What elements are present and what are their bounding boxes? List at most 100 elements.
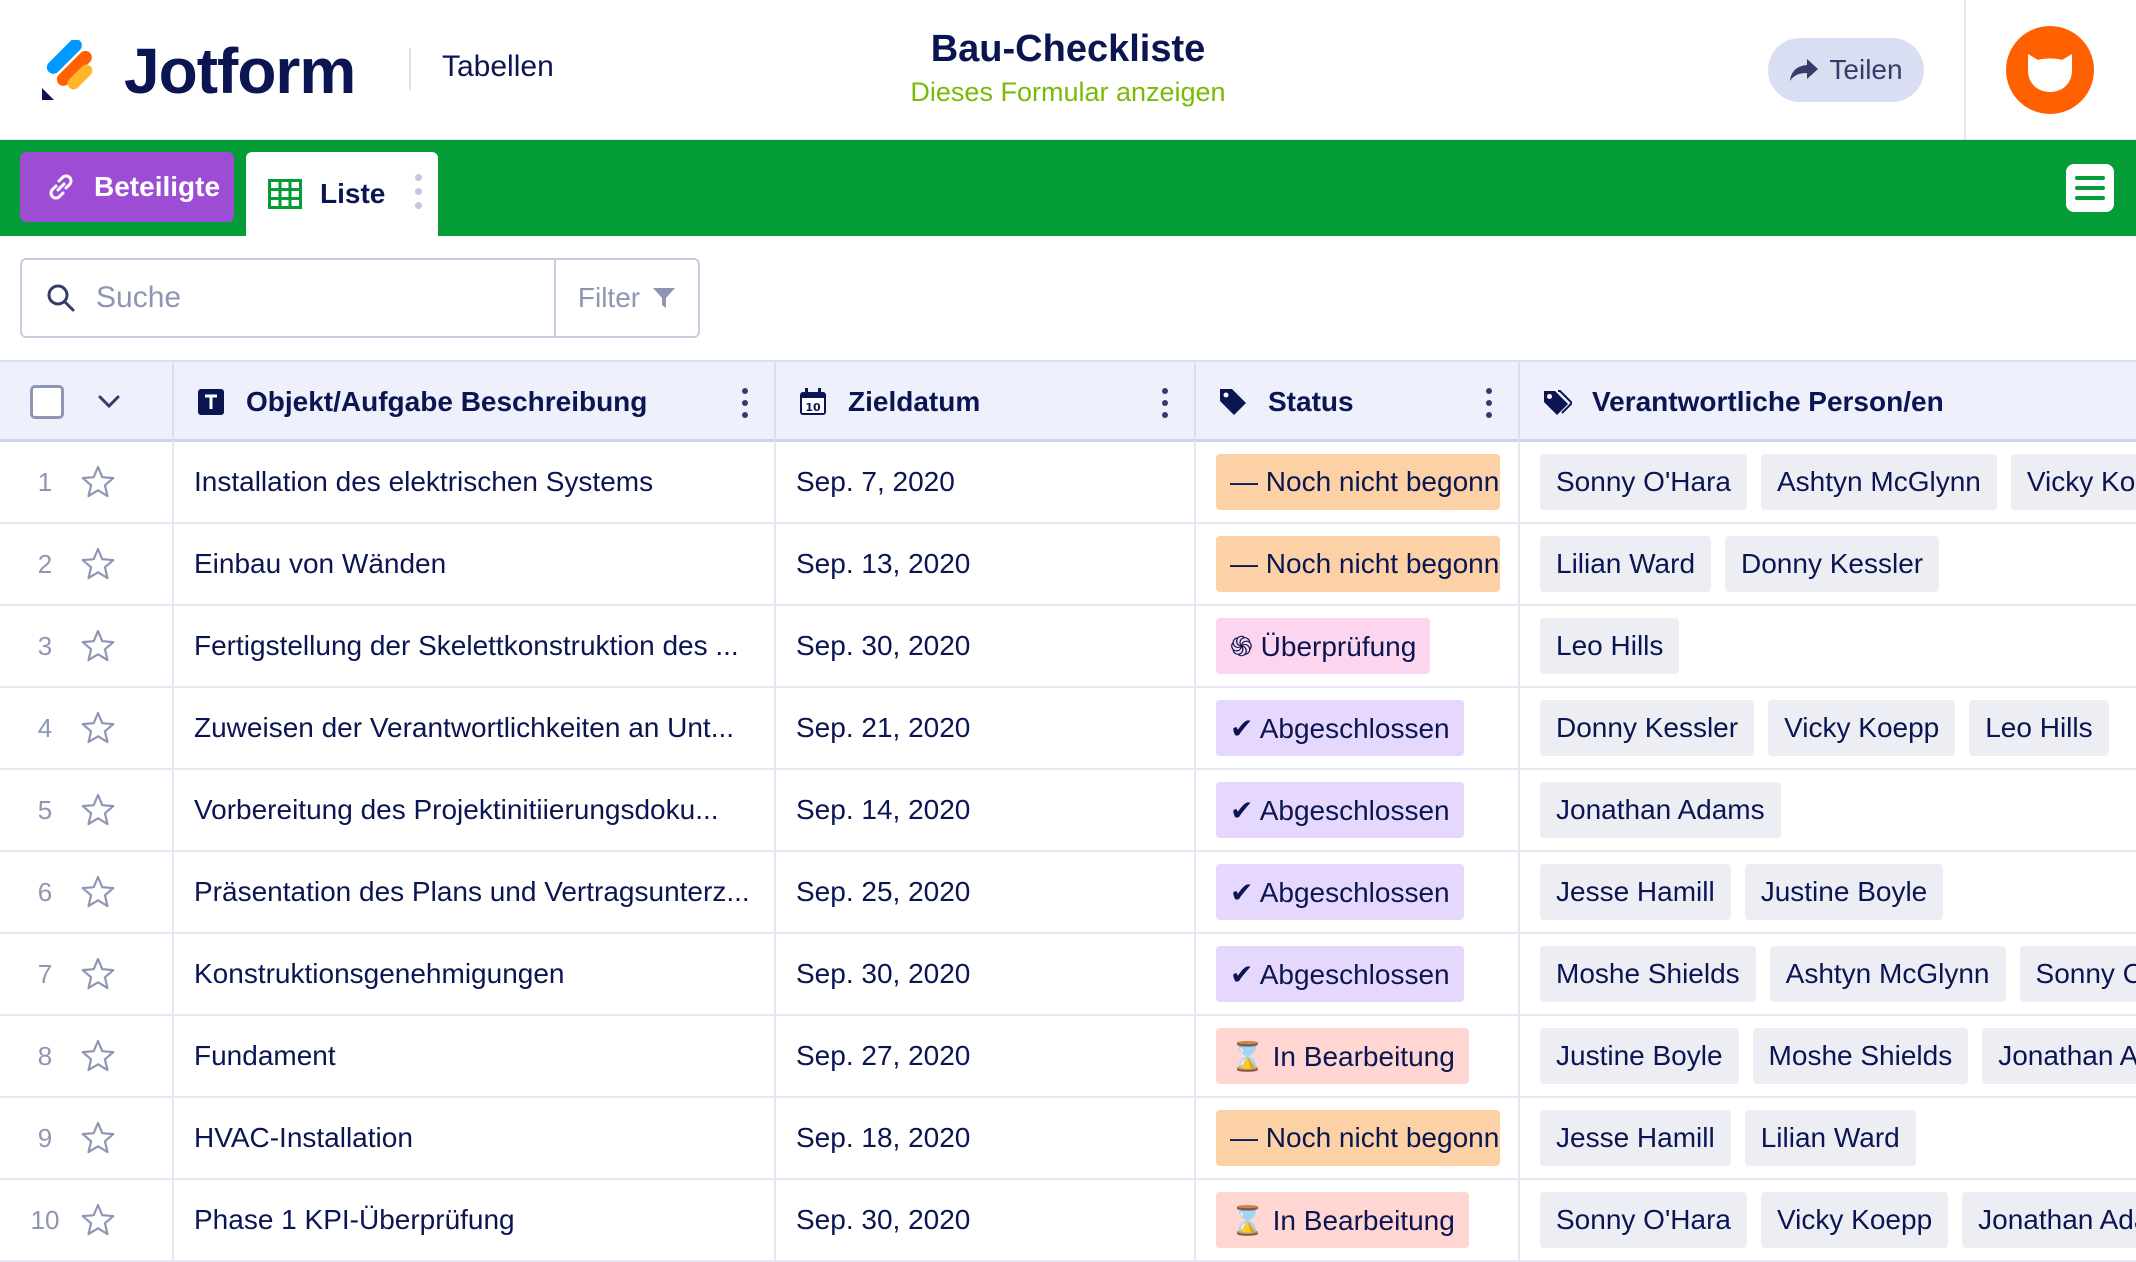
column-header-status[interactable]: Status: [1196, 362, 1520, 442]
view-form-link[interactable]: Dieses Formular anzeigen: [868, 77, 1268, 108]
description-cell[interactable]: Vorbereitung des Projektinitiierungsdoku…: [174, 770, 776, 850]
table-row[interactable]: 6 Präsentation des Plans und Vertragsunte…: [0, 852, 2136, 934]
jotform-logo[interactable]: Jotform: [38, 34, 356, 108]
tab-options-icon[interactable]: [415, 174, 422, 209]
column-options-icon[interactable]: [1162, 388, 1168, 418]
people-cell[interactable]: Jesse Hamill Justine Boyle: [1520, 852, 2136, 932]
date-cell[interactable]: Sep. 27, 2020: [776, 1016, 1196, 1096]
person-chip[interactable]: Vicky Koepp: [1761, 1192, 1949, 1248]
table-row[interactable]: 8 Fundament Sep. 27, 2020 ⌛ In Bearbeitung J…: [0, 1016, 2136, 1098]
column-options-icon[interactable]: [1486, 388, 1492, 418]
person-chip[interactable]: Lilian Ward: [1744, 1110, 1916, 1166]
tab-list[interactable]: Liste: [246, 152, 438, 236]
table-row[interactable]: 4 Zuweisen der Verantwortlichkeiten an Un…: [0, 688, 2136, 770]
status-cell[interactable]: ֍ Überprüfung: [1196, 606, 1520, 686]
person-chip[interactable]: Leo Hills: [1540, 618, 1680, 674]
column-header-people[interactable]: Verantwortliche Person/en: [1520, 362, 2136, 442]
filter-button[interactable]: Filter: [554, 260, 698, 336]
person-chip[interactable]: Leo Hills: [1969, 700, 2109, 756]
description-cell[interactable]: HVAC-Installation: [174, 1098, 776, 1178]
person-chip[interactable]: Justine Boyle: [1744, 864, 1944, 920]
status-cell[interactable]: ✔ Abgeschlossen: [1196, 688, 1520, 768]
date-cell[interactable]: Sep. 21, 2020: [776, 688, 1196, 768]
people-cell[interactable]: Lilian Ward Donny Kessler: [1520, 524, 2136, 604]
person-chip[interactable]: Jesse Hamill: [1540, 864, 1731, 920]
avatar[interactable]: [2006, 26, 2094, 114]
date-cell[interactable]: Sep. 7, 2020: [776, 442, 1196, 522]
description-cell[interactable]: Einbau von Wänden: [174, 524, 776, 604]
page-title[interactable]: Bau-Checkliste: [868, 28, 1268, 71]
date-cell[interactable]: Sep. 30, 2020: [776, 606, 1196, 686]
people-cell[interactable]: Justine BoyleMoshe ShieldsJonathan Adams: [1520, 1016, 2136, 1096]
table-row[interactable]: 5 Vorbereitung des Projektinitiierungsdok…: [0, 770, 2136, 852]
people-cell[interactable]: Moshe ShieldsAshtyn McGlynnSonny O'Hara: [1520, 934, 2136, 1014]
date-cell[interactable]: Sep. 25, 2020: [776, 852, 1196, 932]
status-cell[interactable]: — Noch nicht begonnen: [1196, 442, 1520, 522]
star-icon[interactable]: [80, 1120, 116, 1156]
table-row[interactable]: 7 Konstruktionsgenehmigungen Sep. 30, 2020…: [0, 934, 2136, 1016]
status-cell[interactable]: — Noch nicht begonnen: [1196, 1098, 1520, 1178]
person-chip[interactable]: Donny Kessler: [1540, 700, 1755, 756]
description-cell[interactable]: Phase 1 KPI-Überprüfung: [174, 1180, 776, 1260]
person-chip[interactable]: Jonathan Adams: [1962, 1192, 2136, 1248]
table-row[interactable]: 9 HVAC-Installation Sep. 18, 2020 — Noch ni…: [0, 1098, 2136, 1180]
person-chip[interactable]: Jesse Hamill: [1540, 1110, 1731, 1166]
status-cell[interactable]: — Noch nicht begonnen: [1196, 524, 1520, 604]
date-cell[interactable]: Sep. 18, 2020: [776, 1098, 1196, 1178]
people-cell[interactable]: Donny Kessler Vicky Koepp Leo Hills: [1520, 688, 2136, 768]
status-cell[interactable]: ⌛ In Bearbeitung: [1196, 1016, 1520, 1096]
people-cell[interactable]: Jesse Hamill Lilian Ward: [1520, 1098, 2136, 1178]
share-button[interactable]: Teilen: [1768, 38, 1924, 102]
person-chip[interactable]: Jonathan Adams: [1982, 1028, 2136, 1084]
person-chip[interactable]: Justine Boyle: [1540, 1028, 1739, 1084]
status-cell[interactable]: ✔ Abgeschlossen: [1196, 934, 1520, 1014]
people-cell[interactable]: Sonny O'HaraAshtyn McGlynnVicky Koepp: [1520, 442, 2136, 522]
star-icon[interactable]: [80, 628, 116, 664]
star-icon[interactable]: [80, 546, 116, 582]
column-options-icon[interactable]: [742, 388, 748, 418]
description-cell[interactable]: Konstruktionsgenehmigungen: [174, 934, 776, 1014]
person-chip[interactable]: Ashtyn McGlynn: [1761, 454, 1997, 510]
person-chip[interactable]: Vicky Koepp: [2010, 454, 2136, 510]
column-header-date[interactable]: 10 Zieldatum: [776, 362, 1196, 442]
status-cell[interactable]: ✔ Abgeschlossen: [1196, 852, 1520, 932]
person-chip[interactable]: Sonny O'Hara: [1540, 454, 1747, 510]
section-label[interactable]: Tabellen: [442, 50, 554, 84]
select-all-checkbox[interactable]: [30, 385, 64, 419]
star-icon[interactable]: [80, 464, 116, 500]
star-icon[interactable]: [80, 1202, 116, 1238]
date-cell[interactable]: Sep. 30, 2020: [776, 934, 1196, 1014]
people-cell[interactable]: Leo Hills: [1520, 606, 2136, 686]
hamburger-menu-button[interactable]: [2066, 164, 2114, 212]
column-header-description[interactable]: Objekt/Aufgabe Beschreibung: [174, 362, 776, 442]
date-cell[interactable]: Sep. 14, 2020: [776, 770, 1196, 850]
people-cell[interactable]: Jonathan Adams: [1520, 770, 2136, 850]
person-chip[interactable]: Sonny O'Hara: [1540, 1192, 1747, 1248]
status-cell[interactable]: ⌛ In Bearbeitung: [1196, 1180, 1520, 1260]
table-row[interactable]: 3 Fertigstellung der Skelettkonstruktion …: [0, 606, 2136, 688]
people-cell[interactable]: Sonny O'HaraVicky KoeppJonathan Adams: [1520, 1180, 2136, 1260]
date-cell[interactable]: Sep. 30, 2020: [776, 1180, 1196, 1260]
chevron-down-icon[interactable]: [98, 395, 120, 409]
date-cell[interactable]: Sep. 13, 2020: [776, 524, 1196, 604]
table-row[interactable]: 10 Phase 1 KPI-Überprüfung Sep. 30, 2020 ⌛ …: [0, 1180, 2136, 1262]
star-icon[interactable]: [80, 792, 116, 828]
star-icon[interactable]: [80, 1038, 116, 1074]
star-icon[interactable]: [80, 956, 116, 992]
description-cell[interactable]: Fundament: [174, 1016, 776, 1096]
star-icon[interactable]: [80, 710, 116, 746]
person-chip[interactable]: Donny Kessler: [1725, 536, 1940, 592]
person-chip[interactable]: Ashtyn McGlynn: [1769, 946, 2006, 1002]
table-row[interactable]: 2 Einbau von Wänden Sep. 13, 2020 — Noch ni…: [0, 524, 2136, 606]
person-chip[interactable]: Lilian Ward: [1540, 536, 1712, 592]
description-cell[interactable]: Fertigstellung der Skelettkonstruktion d…: [174, 606, 776, 686]
participants-button[interactable]: Beteiligte: [20, 152, 234, 222]
star-icon[interactable]: [80, 874, 116, 910]
description-cell[interactable]: Präsentation des Plans und Vertragsunter…: [174, 852, 776, 932]
table-row[interactable]: 1 Installation des elektrischen Systems Se…: [0, 442, 2136, 524]
person-chip[interactable]: Moshe Shields: [1752, 1028, 1969, 1084]
person-chip[interactable]: Vicky Koepp: [1768, 700, 1956, 756]
person-chip[interactable]: Sonny O'Hara: [2019, 946, 2136, 1002]
description-cell[interactable]: Zuweisen der Verantwortlichkeiten an Unt…: [174, 688, 776, 768]
search-input[interactable]: [96, 281, 536, 315]
